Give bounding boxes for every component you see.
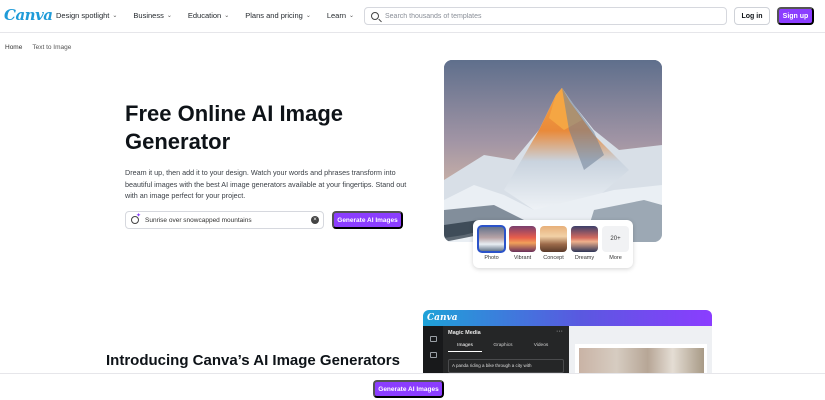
signup-button[interactable]: Sign up — [777, 7, 814, 25]
prompt-text[interactable]: Sunrise over snowcapped mountains — [145, 217, 311, 224]
breadcrumb: Home Text to Image — [5, 44, 71, 51]
chevron-down-icon: ⌄ — [224, 13, 230, 19]
nav-item-design-spotlight[interactable]: Design spotlight ⌄ — [56, 11, 117, 20]
chevron-down-icon: ⌄ — [166, 13, 172, 19]
nav-item-label: Business — [133, 11, 164, 20]
style-picker: Photo Vibrant Concept Dreamy 20+ More — [473, 220, 633, 268]
breadcrumb-home[interactable]: Home — [5, 44, 22, 51]
nav-item-label: Learn — [326, 11, 347, 20]
prompt-input[interactable]: Sunrise over snowcapped mountains × — [125, 211, 324, 229]
hero-description: Dream it up, then add it to your design.… — [125, 168, 407, 200]
style-option-photo[interactable]: Photo — [477, 225, 506, 262]
style-thumbnail — [477, 225, 506, 253]
style-label: More — [609, 255, 622, 261]
page-title: Free Online AI Image Generator — [125, 101, 344, 154]
style-option-more[interactable]: 20+ More — [602, 226, 629, 262]
panel-title: Magic Media — [448, 330, 481, 336]
style-thumbnail — [540, 226, 567, 252]
magic-search-icon — [131, 212, 141, 225]
design-icon — [429, 336, 437, 342]
search-icon — [371, 12, 379, 20]
chevron-down-icon: ⌄ — [305, 13, 311, 19]
clear-icon[interactable]: × — [311, 216, 319, 224]
mountain-illustration — [444, 60, 662, 242]
more-styles-count: 20+ — [602, 226, 629, 252]
more-icon: ··· — [556, 328, 563, 335]
tab-graphics: Graphics — [493, 343, 513, 348]
nav-menu: Design spotlight ⌄ Business ⌄ Education ⌄ P… — [56, 11, 354, 20]
nav-item-label: Plans and pricing — [245, 11, 303, 20]
generate-button[interactable]: Generate AI Images — [332, 211, 403, 229]
elements-icon — [429, 352, 437, 358]
nav-item-business[interactable]: Business ⌄ — [133, 11, 171, 20]
style-option-concept[interactable]: Concept — [540, 226, 567, 262]
style-label: Photo — [484, 255, 499, 261]
app-logo: Canva — [427, 313, 458, 323]
nav-item-plans-pricing[interactable]: Plans and pricing ⌄ — [245, 11, 311, 20]
tab-images: Images — [448, 343, 482, 352]
section-title: Introducing Canva’s AI Image Generators — [106, 352, 400, 369]
chevron-down-icon: ⌄ — [349, 13, 355, 19]
panel-prompt: A panda riding a bike through a city wit… — [448, 359, 564, 373]
style-label: Vibrant — [513, 255, 532, 261]
breadcrumb-current: Text to Image — [32, 44, 72, 51]
chevron-down-icon: ⌄ — [112, 13, 118, 19]
style-thumbnail — [571, 226, 598, 252]
nav-item-learn[interactable]: Learn ⌄ — [327, 11, 354, 20]
nav-item-label: Design spotlight — [56, 11, 110, 20]
canva-logo[interactable]: Canva — [4, 6, 53, 24]
style-label: Concept — [543, 255, 564, 261]
nav-item-label: Education — [187, 11, 222, 20]
style-thumbnail — [509, 226, 536, 252]
nav-item-education[interactable]: Education ⌄ — [188, 11, 229, 20]
bottom-generate-button[interactable]: Generate AI Images — [373, 380, 444, 398]
login-button[interactable]: Log in — [734, 7, 770, 25]
panel-tabs: Images Graphics Videos — [448, 343, 558, 352]
style-option-dreamy[interactable]: Dreamy — [571, 226, 598, 262]
tab-videos: Videos — [533, 343, 549, 348]
style-label: Dreamy — [574, 255, 595, 261]
template-search[interactable] — [364, 7, 727, 25]
search-input[interactable] — [385, 12, 705, 20]
hero-mountain-image — [444, 60, 662, 242]
style-option-vibrant[interactable]: Vibrant — [509, 226, 536, 262]
top-navigation: Canva Design spotlight ⌄ Business ⌄ Educat… — [0, 0, 825, 33]
